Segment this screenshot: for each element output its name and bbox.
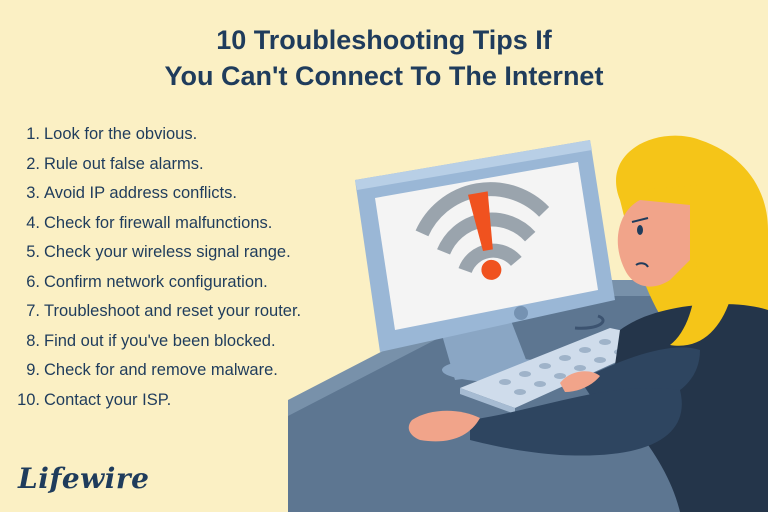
power-button-icon — [514, 306, 528, 320]
lifewire-logo: Lifewire — [18, 462, 150, 495]
illustration — [288, 135, 768, 512]
